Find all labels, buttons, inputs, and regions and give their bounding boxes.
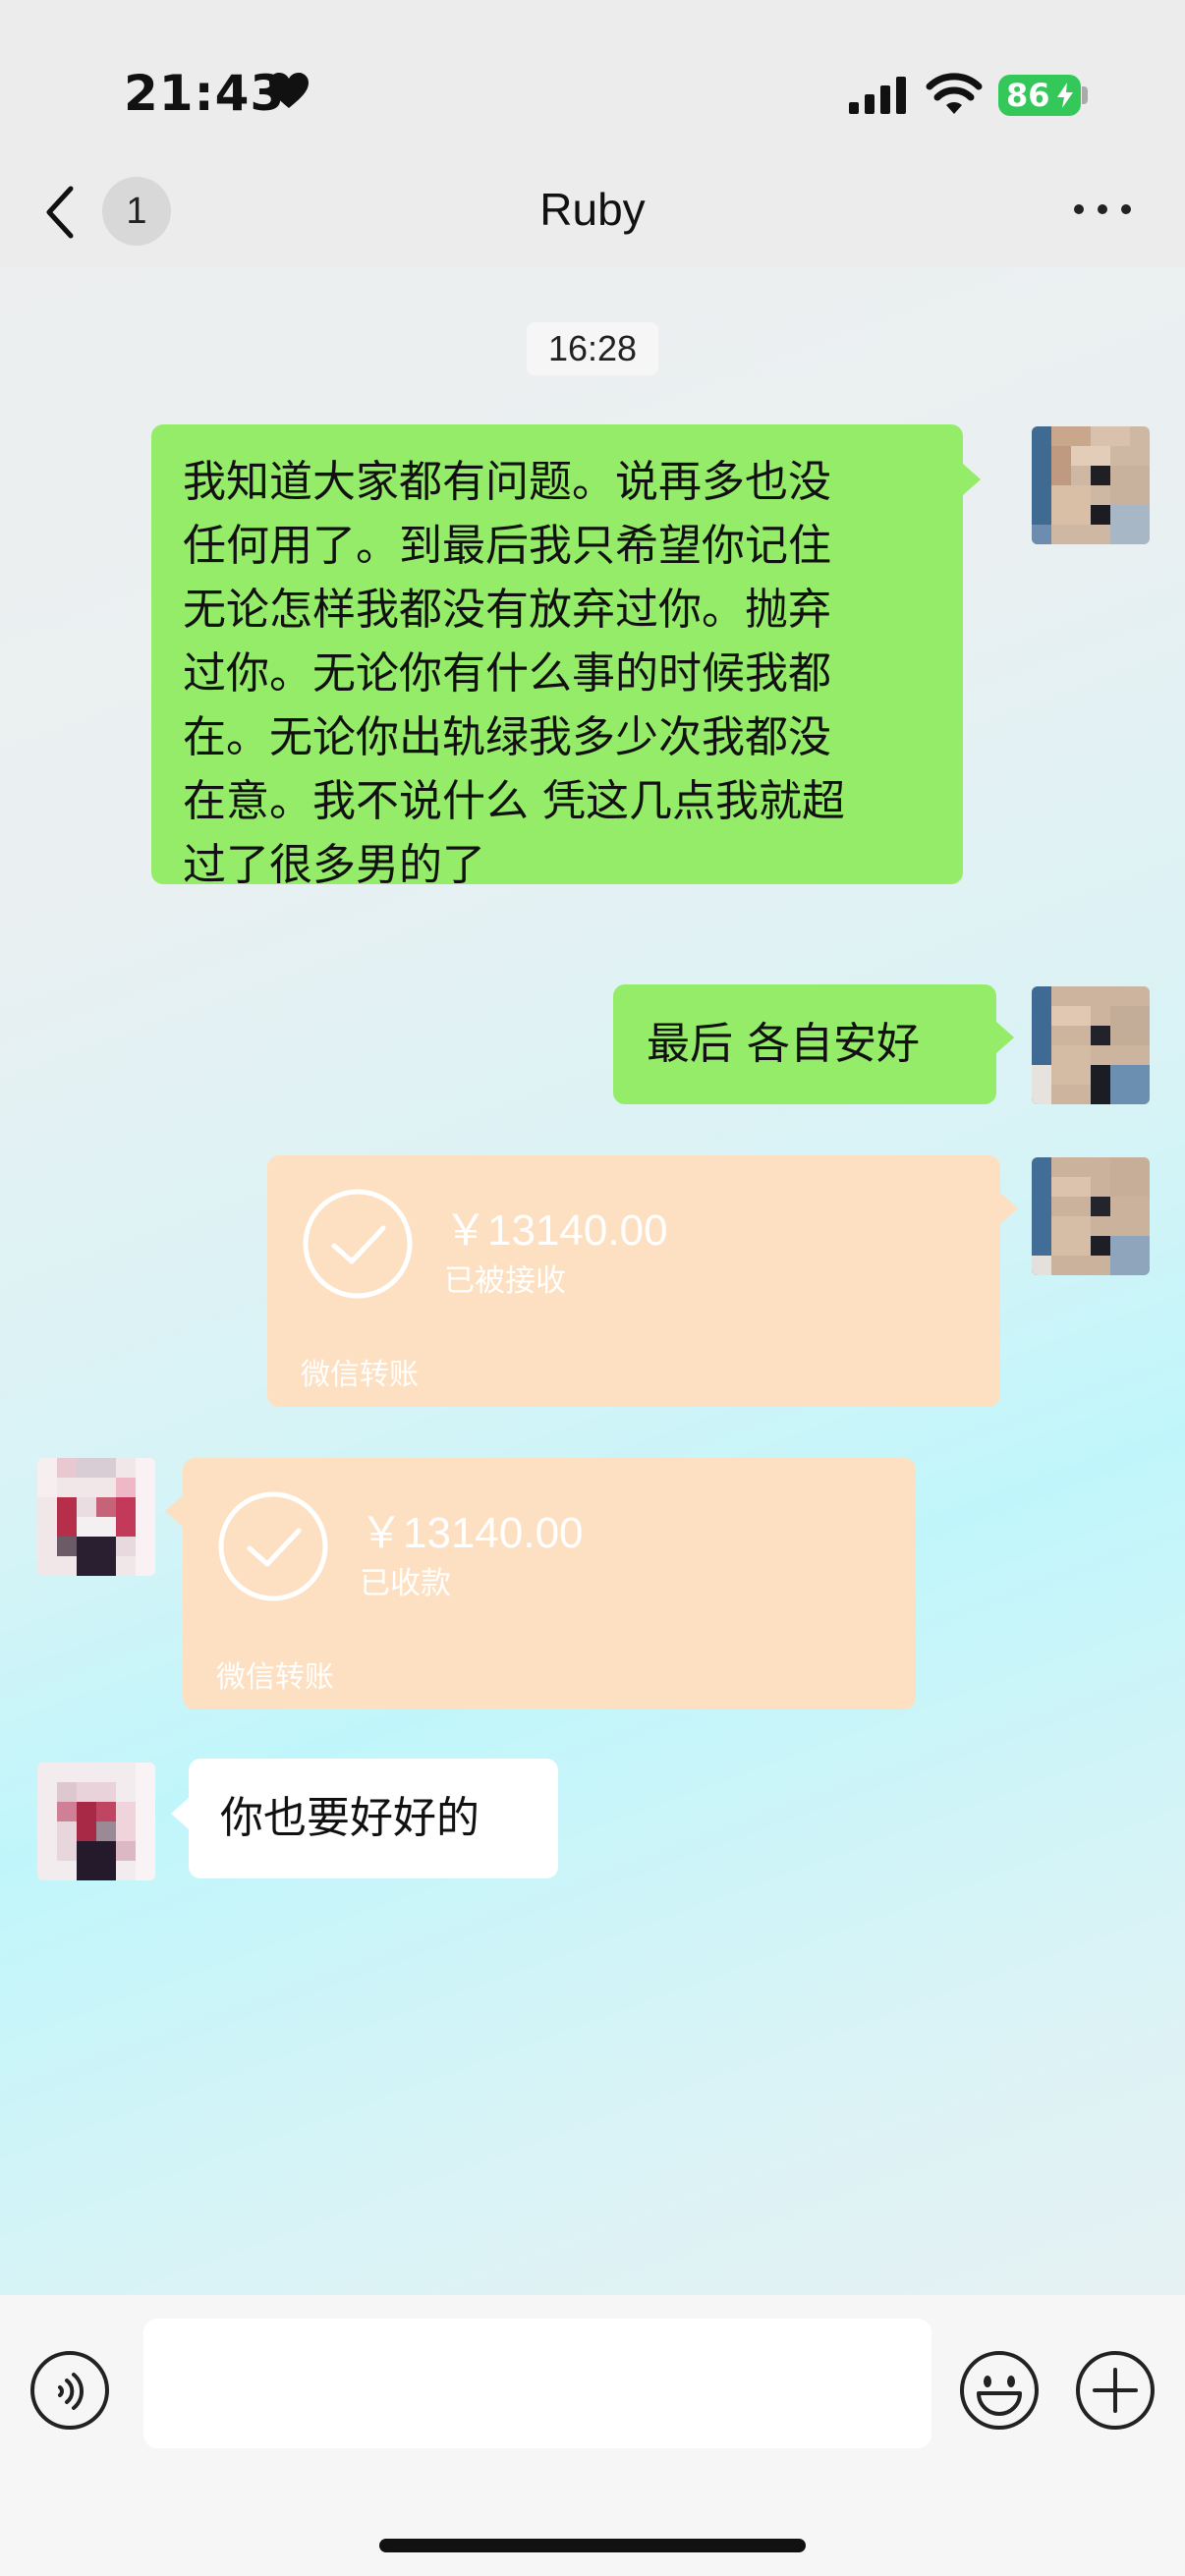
transfer-amount: ￥13140.00 <box>360 1509 584 1557</box>
message-line: 我知道大家都有问题。说再多也没 <box>183 457 831 507</box>
sent-message-bubble[interactable]: 我知道大家都有问题。说再多也没 任何用了。到最后我只希望你记住 无论怎样我都没有… <box>151 424 963 890</box>
transfer-card-received[interactable]: ￥13140.00 已收款 微信转账 <box>183 1458 916 1709</box>
transfer-label: 微信转账 <box>216 1660 334 1695</box>
sent-message-bubble[interactable]: 最后 各自安好 <box>613 984 996 1104</box>
message-text: 你也要好好的 <box>220 1793 480 1843</box>
transfer-card-sent[interactable]: ￥13140.00 已被接收 微信转账 <box>267 1155 1000 1407</box>
bubble-tail <box>1000 1193 1018 1224</box>
contact-avatar[interactable] <box>37 1458 155 1576</box>
transfer-status: 已收款 <box>360 1566 451 1601</box>
bubble-tail <box>996 1022 1014 1053</box>
message-line: 在。无论你出轨绿我多少次我都没 <box>183 712 831 762</box>
transfer-amount: ￥13140.00 <box>444 1206 668 1255</box>
message-line: 任何用了。到最后我只希望你记住 <box>183 521 831 571</box>
bubble-tail <box>165 1495 183 1527</box>
message-input[interactable] <box>143 2319 931 2448</box>
cellular-signal-icon <box>849 77 906 114</box>
ellipsis-icon[interactable] <box>1071 196 1134 222</box>
check-circle-icon <box>303 1189 413 1299</box>
voice-icon[interactable] <box>29 2350 110 2431</box>
message-line: 在意。我不说什么 凭这几点我就超 <box>183 776 845 826</box>
status-time: 21:43 <box>124 65 286 122</box>
charging-bolt-icon <box>1057 83 1073 108</box>
battery-cap <box>1082 86 1088 104</box>
chat-screen: 21:43 86 1 Ruby 16:28 我知道大家都有问题。说再多也没 任何… <box>0 0 1185 2576</box>
message-text: 最后 各自安好 <box>647 1019 920 1069</box>
plus-icon[interactable] <box>1075 2350 1156 2431</box>
self-avatar[interactable] <box>1032 426 1150 544</box>
bubble-tail <box>963 464 981 495</box>
transfer-label: 微信转账 <box>301 1358 419 1392</box>
home-indicator[interactable] <box>379 2539 806 2552</box>
heart-icon <box>269 73 309 108</box>
wifi-icon <box>926 73 983 114</box>
battery-indicator: 86 <box>998 75 1081 116</box>
received-message-bubble[interactable]: 你也要好好的 <box>189 1759 558 1878</box>
battery-level: 86 <box>1006 77 1050 114</box>
transfer-status: 已被接收 <box>444 1263 566 1299</box>
chat-title: Ruby <box>539 184 646 235</box>
bubble-tail <box>171 1798 189 1829</box>
check-circle-icon <box>218 1491 328 1601</box>
message-line: 无论怎样我都没有放弃过你。抛弃 <box>183 585 831 635</box>
self-avatar[interactable] <box>1032 1157 1150 1275</box>
contact-avatar[interactable] <box>37 1763 155 1880</box>
emoji-icon[interactable] <box>959 2350 1040 2431</box>
message-timestamp: 16:28 <box>527 322 658 375</box>
self-avatar[interactable] <box>1032 986 1150 1104</box>
message-line: 过了很多男的了 <box>183 840 485 890</box>
message-line: 过你。无论你有什么事的时候我都 <box>183 648 831 699</box>
